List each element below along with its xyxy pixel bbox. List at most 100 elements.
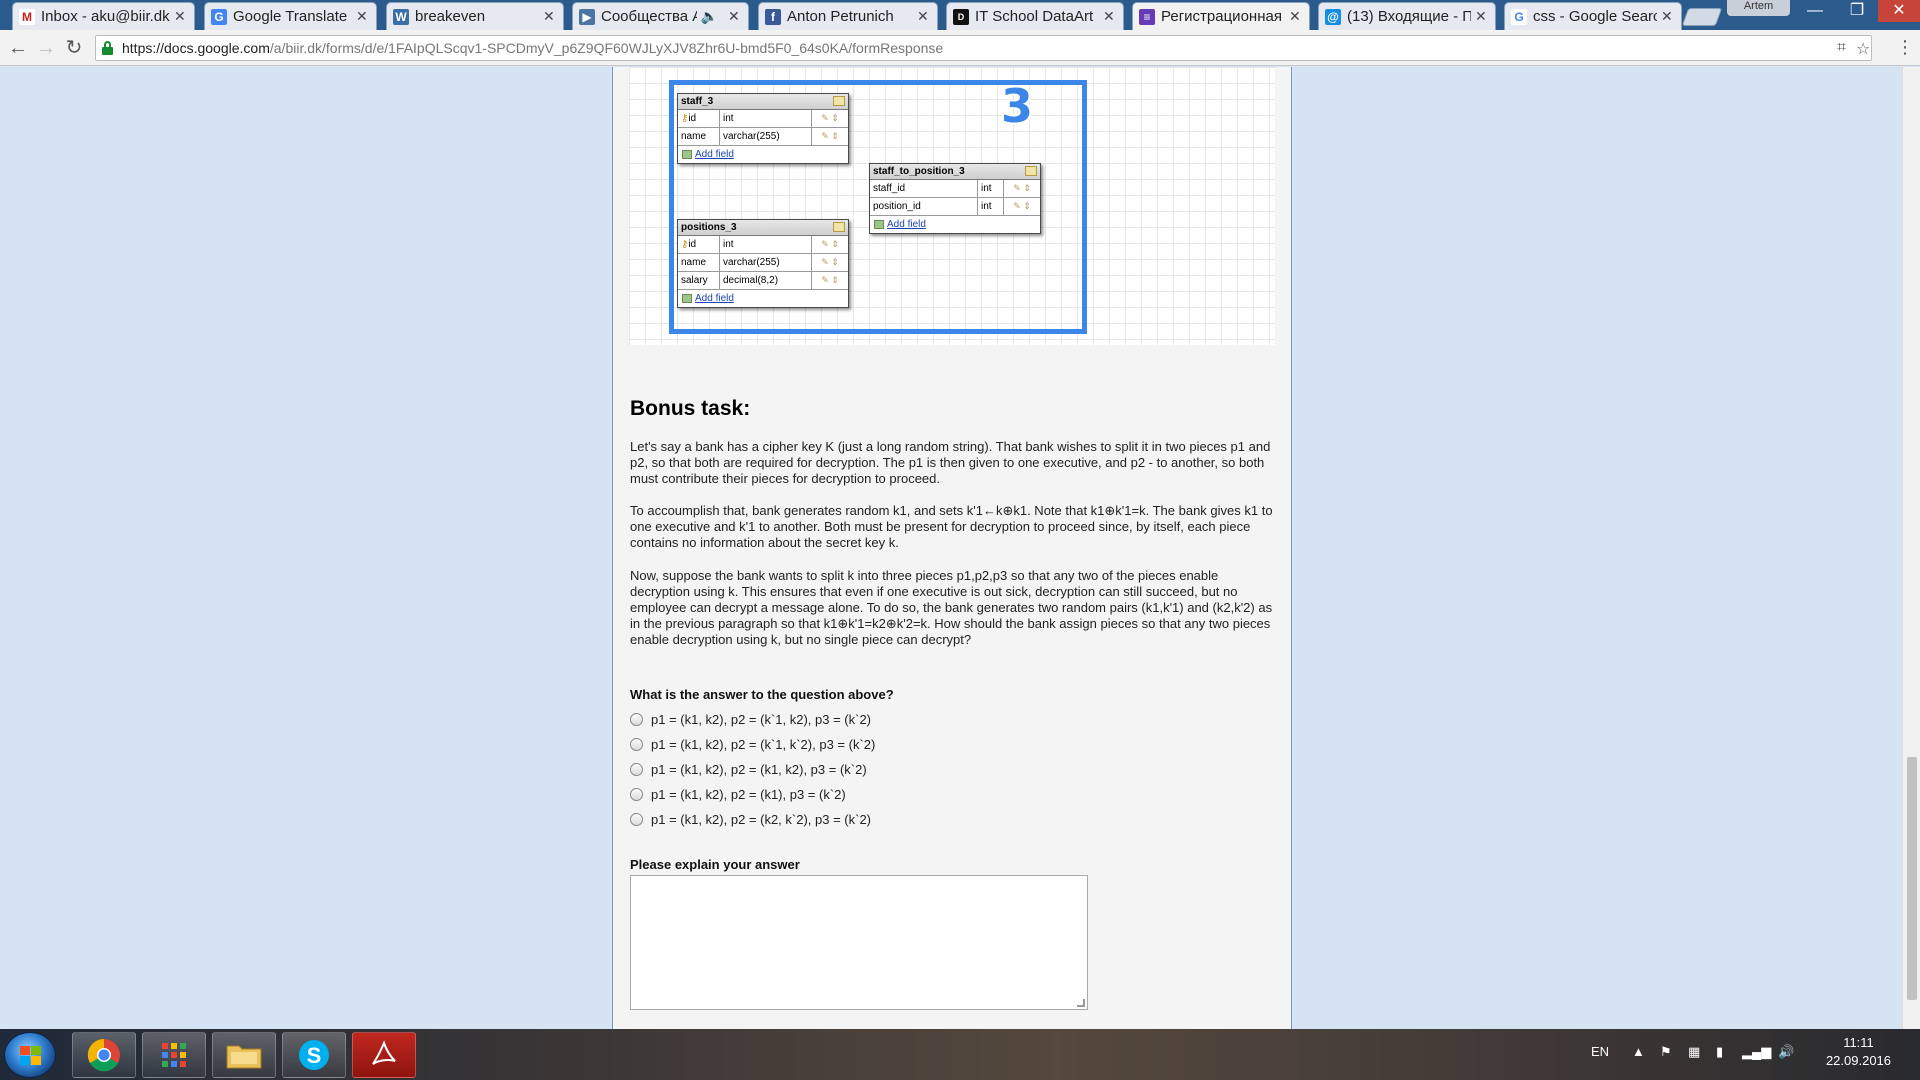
back-button[interactable]: ←	[5, 36, 31, 60]
folder-icon	[226, 1045, 262, 1069]
skype-taskbar-button[interactable]: S	[282, 1032, 346, 1078]
close-window-button[interactable]: ✕	[1878, 0, 1920, 22]
forms-icon: ≡	[1139, 8, 1155, 25]
close-tab-icon[interactable]: ✕	[917, 8, 931, 25]
tab-it-school[interactable]: D IT School DataArt ✕	[946, 2, 1124, 30]
table-row: ⚷id int ✎ ⇕	[678, 236, 848, 254]
answer-option[interactable]: p1 = (k1, k2), p2 = (k1), p3 = (k`2)	[630, 784, 846, 804]
db-schema-diagram: 3 staff_3 ⚷id int ✎ ⇕ name varchar(255) …	[629, 67, 1275, 345]
close-tab-icon[interactable]: ✕	[356, 8, 370, 25]
apps-grid-icon	[162, 1043, 186, 1067]
gmail-icon: M	[19, 8, 35, 25]
new-tab-button[interactable]	[1681, 8, 1723, 26]
tab-facebook[interactable]: f Anton Petrunich ✕	[758, 2, 938, 30]
row-edit-icons: ✎ ⇕	[1013, 201, 1031, 211]
close-tab-icon[interactable]: ✕	[728, 8, 742, 25]
address-bar[interactable]: https://docs.google.com/a/biir.dk/forms/…	[95, 35, 1872, 61]
tab-breakeven[interactable]: W breakeven ✕	[386, 2, 564, 30]
tab-title: css - Google Searc	[1533, 8, 1657, 25]
wiki-icon: W	[393, 8, 409, 25]
table-edit-icon	[1025, 166, 1037, 176]
row-edit-icons: ✎ ⇕	[821, 131, 839, 141]
network-signal-icon[interactable]: ▂▄▆	[1742, 1044, 1771, 1060]
page-scrollbar[interactable]	[1902, 67, 1920, 1029]
scrollbar-thumb[interactable]	[1907, 757, 1917, 1000]
row-edit-icons: ✎ ⇕	[821, 257, 839, 267]
radio-button[interactable]	[630, 812, 643, 826]
profile-button[interactable]: Artem	[1727, 0, 1790, 16]
radio-button[interactable]	[630, 762, 643, 776]
svg-text:S: S	[307, 1043, 322, 1068]
radio-button[interactable]	[630, 787, 643, 801]
volume-icon[interactable]: 🔊	[1778, 1044, 1794, 1060]
acrobat-icon	[372, 1040, 396, 1065]
translate-page-icon[interactable]: ⌗	[1837, 39, 1846, 57]
tab-vk-communities[interactable]: ▶ Сообщества Ар 🔈 ✕	[572, 2, 749, 30]
clock-time: 11:11	[1843, 1035, 1874, 1050]
chrome-icon	[87, 1038, 120, 1072]
acrobat-taskbar-button[interactable]	[352, 1032, 416, 1078]
close-tab-icon[interactable]: ✕	[1661, 8, 1675, 25]
tab-title: Google Translate	[233, 8, 348, 25]
close-tab-icon[interactable]: ✕	[1475, 8, 1489, 25]
paragraph: To accoumplish that, bank generates rand…	[630, 503, 1273, 550]
radio-button[interactable]	[630, 712, 643, 726]
tab-title: IT School DataArt	[975, 8, 1094, 25]
table-positions: positions_3 ⚷id int ✎ ⇕ name varchar(255…	[677, 219, 849, 308]
minimize-button[interactable]: —	[1794, 0, 1836, 22]
lock-icon	[102, 41, 113, 55]
forward-button[interactable]: →	[33, 36, 59, 60]
tab-title: Anton Petrunich	[787, 8, 894, 25]
close-tab-icon[interactable]: ✕	[543, 8, 557, 25]
translate-icon: G	[211, 8, 227, 25]
add-field-link: Add field	[887, 218, 926, 230]
tab-title: breakeven	[415, 8, 486, 25]
tab-inbox-mail[interactable]: @ (13) Входящие - П ✕	[1318, 2, 1496, 30]
radio-button[interactable]	[630, 737, 643, 751]
windows-logo-icon	[20, 1046, 42, 1066]
dou-icon: D	[953, 8, 969, 25]
row-edit-icons: ✎ ⇕	[821, 239, 839, 249]
explain-textarea[interactable]	[630, 875, 1088, 1010]
close-tab-icon[interactable]: ✕	[1289, 8, 1303, 25]
section-heading: Bonus task:	[630, 397, 751, 420]
browser-toolbar: ← → ↻ https://docs.google.com/a/biir.dk/…	[0, 30, 1920, 66]
show-hidden-icons[interactable]: ▲	[1632, 1044, 1645, 1059]
resize-handle-icon[interactable]	[1077, 999, 1085, 1007]
paragraph: Let's say a bank has a cipher key K (jus…	[630, 439, 1271, 486]
tab-title: Регистрационная	[1161, 8, 1282, 25]
maximize-button[interactable]: ❐	[1836, 0, 1878, 22]
windows-flag-tray-icon[interactable]: ▦	[1688, 1044, 1700, 1060]
tab-registration-form[interactable]: ≡ Регистрационная ✕	[1132, 2, 1310, 30]
chrome-taskbar-button[interactable]	[72, 1032, 136, 1078]
vk-icon: ▶	[579, 8, 595, 25]
answer-option[interactable]: p1 = (k1, k2), p2 = (k`1, k2), p3 = (k`2…	[630, 709, 871, 729]
chrome-menu-icon[interactable]: ⋮	[1896, 36, 1914, 58]
explorer-taskbar-button[interactable]	[212, 1032, 276, 1078]
close-tab-icon[interactable]: ✕	[1103, 8, 1117, 25]
tab-google-translate[interactable]: G Google Translate ✕	[204, 2, 377, 30]
bookmark-star-icon[interactable]: ☆	[1856, 39, 1870, 59]
language-indicator[interactable]: EN	[1591, 1044, 1609, 1059]
facebook-icon: f	[765, 8, 781, 25]
action-center-flag-icon[interactable]: ⚑	[1660, 1044, 1672, 1060]
system-clock[interactable]: 11:11 22.09.2016	[1811, 1034, 1906, 1070]
close-tab-icon[interactable]: ✕	[174, 8, 188, 25]
diagram-number-badge: 3	[1001, 79, 1034, 133]
tab-gmail[interactable]: M Inbox - aku@biir.dk ✕	[12, 2, 195, 30]
tab-google-search[interactable]: G css - Google Searc ✕	[1504, 2, 1682, 30]
table-name: positions_3	[681, 222, 737, 233]
table-staff: staff_3 ⚷id int ✎ ⇕ name varchar(255) ✎ …	[677, 93, 849, 164]
row-edit-icons: ✎ ⇕	[821, 275, 839, 285]
skype-icon: S	[299, 1040, 329, 1070]
answer-option[interactable]: p1 = (k1, k2), p2 = (k`1, k`2), p3 = (k`…	[630, 734, 875, 754]
start-button[interactable]	[4, 1032, 56, 1078]
table-row: position_id int ✎ ⇕	[870, 198, 1040, 216]
reload-button[interactable]: ↻	[61, 36, 87, 60]
answer-option[interactable]: p1 = (k1, k2), p2 = (k2, k`2), p3 = (k`2…	[630, 809, 871, 829]
add-field-link: Add field	[695, 148, 734, 160]
question-label: What is the answer to the question above…	[630, 687, 894, 702]
battery-icon[interactable]: ▮	[1716, 1044, 1723, 1060]
apps-taskbar-button[interactable]	[142, 1032, 206, 1078]
answer-option[interactable]: p1 = (k1, k2), p2 = (k1, k2), p3 = (k`2)	[630, 759, 867, 779]
